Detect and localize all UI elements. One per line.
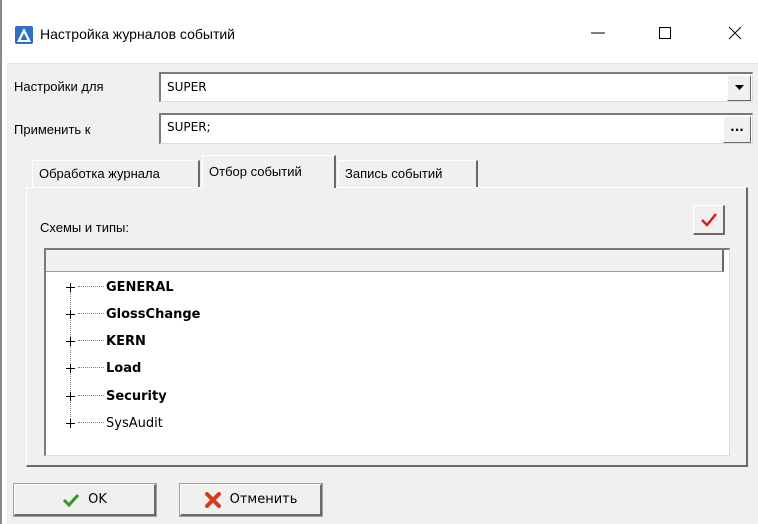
cancel-x-icon <box>204 491 221 508</box>
tree-node-label: KERN <box>106 333 146 349</box>
browse-button[interactable]: ··· <box>723 116 751 143</box>
checkmark-icon <box>700 212 717 227</box>
tree-node-label: Load <box>106 360 142 376</box>
apply-to-field[interactable]: SUPER; ··· <box>159 113 753 144</box>
ok-label: OK <box>88 492 107 507</box>
settings-for-label: Настройки для <box>14 79 104 94</box>
dialog-window: Настройка журналов событий Настройки для… <box>0 0 758 524</box>
tab-log-processing[interactable]: Обработка журнала <box>32 160 200 187</box>
expand-icon[interactable] <box>66 418 75 428</box>
close-button[interactable] <box>720 22 750 44</box>
tree-node-glosschange[interactable]: GlossChange <box>66 302 200 326</box>
maximize-button[interactable] <box>650 22 680 44</box>
check-all-button[interactable] <box>693 205 725 235</box>
dropdown-arrow-icon <box>734 85 744 90</box>
tree-node-security[interactable]: Security <box>66 384 167 408</box>
tree-node-kern[interactable]: KERN <box>66 329 146 353</box>
cancel-label: Отменить <box>229 492 298 507</box>
tree-node-sysaudit[interactable]: SysAudit <box>66 411 163 435</box>
minimize-button[interactable] <box>583 22 613 44</box>
expand-icon[interactable] <box>66 363 75 373</box>
apply-to-value: SUPER; <box>167 120 211 134</box>
expand-icon[interactable] <box>66 282 75 292</box>
tree-node-general[interactable]: GENERAL <box>66 275 174 299</box>
settings-for-combobox[interactable]: SUPER <box>159 72 753 102</box>
ok-button[interactable]: OK <box>13 483 157 517</box>
tree-node-label: Security <box>106 388 167 404</box>
expand-icon[interactable] <box>66 309 75 319</box>
app-icon <box>15 26 33 44</box>
tab-event-selection[interactable]: Отбор событий <box>202 155 336 188</box>
ok-check-icon <box>63 493 80 507</box>
tree-node-label: SysAudit <box>106 415 163 431</box>
tree-node-label: GlossChange <box>106 306 201 322</box>
minimize-icon <box>591 32 605 34</box>
schemes-types-label: Схемы и типы: <box>40 220 129 235</box>
settings-for-value: SUPER <box>167 80 207 94</box>
window-title: Настройка журналов событий <box>40 26 235 42</box>
maximize-icon <box>659 27 671 39</box>
close-icon <box>728 26 742 40</box>
tree-node-label: GENERAL <box>106 279 174 295</box>
expand-icon[interactable] <box>66 336 75 346</box>
tree-header <box>46 250 724 272</box>
tree-node-load[interactable]: Load <box>66 356 141 380</box>
expand-icon[interactable] <box>66 391 75 401</box>
tab-event-writing[interactable]: Запись событий <box>338 160 478 187</box>
window-border <box>0 0 2 524</box>
cancel-button[interactable]: Отменить <box>179 483 323 517</box>
apply-to-label: Применить к <box>14 122 91 137</box>
dropdown-button[interactable] <box>727 75 751 101</box>
